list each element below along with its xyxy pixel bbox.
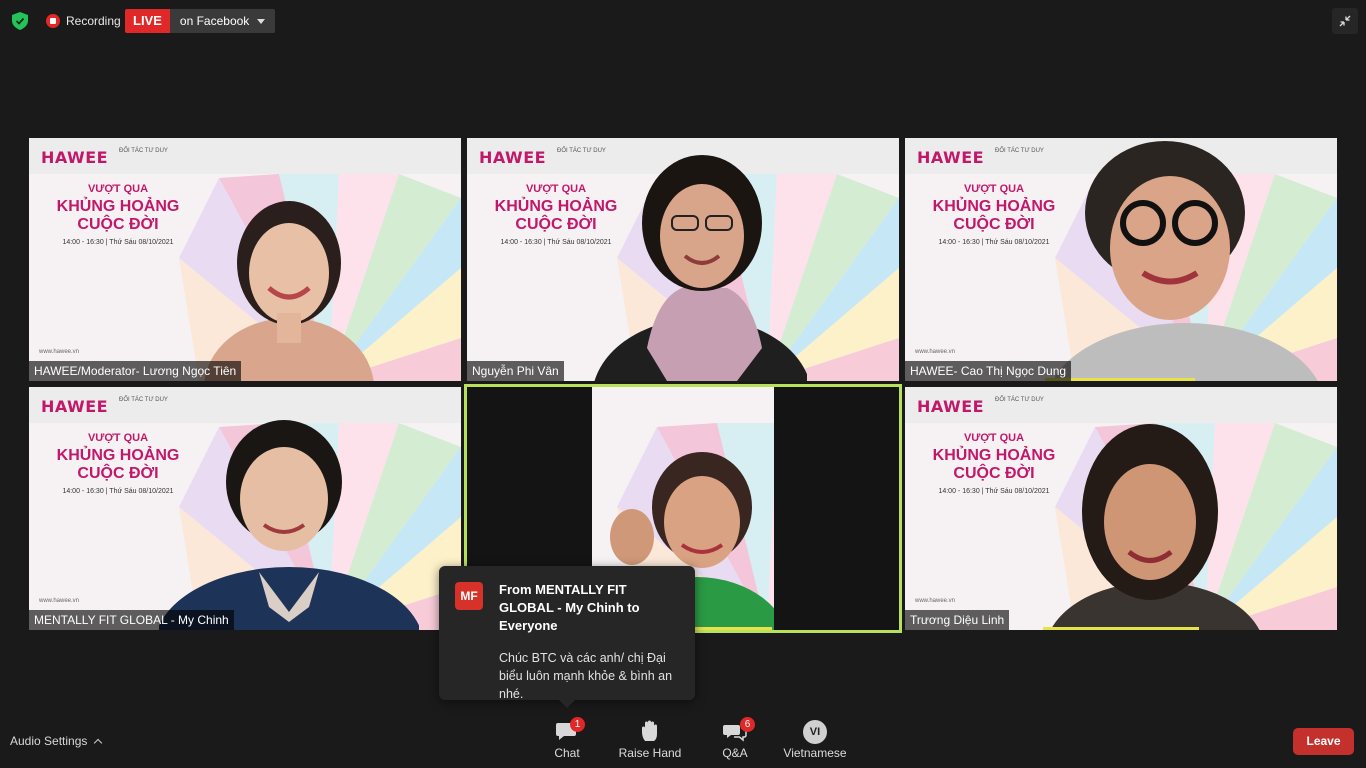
raise-hand-icon bbox=[637, 720, 663, 742]
participant-video bbox=[1055, 141, 1318, 381]
audio-settings-button[interactable]: Audio Settings bbox=[10, 734, 103, 748]
chat-button[interactable]: 1 Chat bbox=[545, 717, 589, 764]
event-schedule: 14:00 - 16:30 | Thứ Sáu 08/10/2021 bbox=[62, 239, 174, 246]
hawee-logo: HAWEE bbox=[41, 148, 109, 167]
event-title-line1: VƯỢT QUA bbox=[87, 183, 149, 195]
live-destination-label: on Facebook bbox=[179, 14, 250, 28]
hawee-logo: HAWEE bbox=[917, 148, 985, 167]
event-schedule: 14:00 - 16:30 | Thứ Sáu 08/10/2021 bbox=[938, 239, 1050, 246]
raise-hand-label: Raise Hand bbox=[618, 746, 682, 760]
raise-hand-button[interactable]: Raise Hand bbox=[615, 720, 685, 764]
participant-video bbox=[159, 420, 419, 630]
recording-icon bbox=[46, 14, 60, 28]
security-shield-icon[interactable] bbox=[12, 12, 28, 30]
event-title-line3: CUỘC ĐỜI bbox=[77, 216, 159, 233]
chat-unread-badge: 1 bbox=[570, 717, 585, 732]
event-title-line2: KHỦNG HOẢNG bbox=[932, 198, 1056, 215]
qa-unread-badge: 6 bbox=[740, 717, 755, 732]
event-title-line2: KHỦNG HOẢNG bbox=[56, 198, 180, 215]
recording-label: Recording bbox=[66, 14, 121, 28]
language-icon: VI bbox=[802, 720, 828, 744]
participant-name: Nguyễn Phi Vân bbox=[467, 361, 564, 381]
leave-button[interactable]: Leave bbox=[1293, 728, 1354, 755]
meeting-top-bar: Recording LIVE on Facebook bbox=[8, 8, 1358, 34]
sponsor-label: ĐỐI TÁC TƯ DUY bbox=[119, 397, 168, 403]
hawee-logo: HAWEE bbox=[479, 148, 547, 167]
sponsor-label: ĐỐI TÁC TƯ DUY bbox=[995, 397, 1044, 403]
video-tile-4[interactable]: HAWEE ĐỐI TÁC TƯ DUY VƯỢT QUA KHỦNG HOẢN… bbox=[29, 387, 461, 630]
video-tile-1[interactable]: HAWEE ĐỐI TÁC TƯ DUY VƯỢT QUA KHỦNG HOẢN… bbox=[29, 138, 461, 381]
chat-notification-popup[interactable]: MF From MENTALLY FIT GLOBAL - My Chinh t… bbox=[439, 566, 695, 708]
participant-name: HAWEE- Cao Thị Ngọc Dung bbox=[905, 361, 1072, 381]
sponsor-label: ĐỐI TÁC TƯ DUY bbox=[119, 148, 168, 154]
hawee-logo: HAWEE bbox=[41, 397, 109, 416]
participant-name: Trương Diệu Linh bbox=[905, 610, 1010, 630]
caret-down-icon bbox=[257, 18, 266, 24]
event-website: www.hawee.vn bbox=[915, 349, 956, 355]
letterbox-right bbox=[774, 387, 899, 630]
chat-label: Chat bbox=[554, 746, 580, 760]
event-website: www.hawee.vn bbox=[915, 598, 956, 604]
chat-icon: 1 bbox=[554, 717, 585, 742]
audio-settings-label: Audio Settings bbox=[10, 734, 88, 748]
language-label: Vietnamese bbox=[783, 746, 847, 760]
hawee-logo: HAWEE bbox=[917, 397, 985, 416]
event-title-line3: CUỘC ĐỜI bbox=[953, 216, 1035, 233]
sender-avatar: MF bbox=[455, 582, 483, 610]
qa-button[interactable]: 6 Q&A bbox=[713, 717, 757, 764]
language-initials: VI bbox=[803, 720, 827, 744]
qa-icon: 6 bbox=[722, 717, 755, 742]
participant-name: HAWEE/Moderator- Lương Ngọc Tiên bbox=[29, 361, 242, 381]
participant-video bbox=[204, 201, 374, 381]
chevron-up-icon bbox=[94, 738, 103, 747]
event-title: VƯỢT QUA KHỦNG HOẢNG CUỘC ĐỜI 14:00 - 16… bbox=[919, 180, 1069, 248]
event-title-line1: VƯỢT QUA bbox=[963, 183, 1025, 195]
video-tile-2[interactable]: HAWEE ĐỐI TÁC TƯ DUY VƯỢT QUA KHỦNG HOẢN… bbox=[467, 138, 899, 381]
active-speaker-indicator bbox=[1043, 627, 1199, 630]
chat-message: Chúc BTC và các anh/ chị Đại biểu luôn m… bbox=[499, 651, 673, 701]
qa-label: Q&A bbox=[722, 746, 748, 760]
live-badge: LIVE bbox=[125, 9, 170, 33]
video-tile-6[interactable]: HAWEE ĐỐI TÁC TƯ DUY VƯỢT QUA KHỦNG HOẢN… bbox=[905, 387, 1337, 630]
chat-sender: From MENTALLY FIT GLOBAL - My Chinh to E… bbox=[499, 582, 640, 633]
video-tile-3[interactable]: HAWEE ĐỐI TÁC TƯ DUY VƯỢT QUA KHỦNG HOẢN… bbox=[905, 138, 1337, 381]
sponsor-label: ĐỐI TÁC TƯ DUY bbox=[995, 148, 1044, 154]
exit-fullscreen-button[interactable] bbox=[1332, 8, 1358, 34]
participant-video bbox=[1050, 424, 1260, 630]
event-website: www.hawee.vn bbox=[39, 598, 80, 604]
participant-video bbox=[594, 155, 807, 381]
event-title: VƯỢT QUA KHỦNG HOẢNG CUỘC ĐỜI 14:00 - 16… bbox=[43, 180, 193, 248]
participant-name: MENTALLY FIT GLOBAL - My Chinh bbox=[29, 610, 234, 630]
live-stream-status[interactable]: LIVE on Facebook bbox=[125, 9, 276, 33]
recording-indicator[interactable]: Recording bbox=[46, 12, 121, 30]
exit-fullscreen-icon bbox=[1339, 15, 1351, 27]
event-website: www.hawee.vn bbox=[39, 349, 80, 355]
language-interpretation-button[interactable]: VI Vietnamese bbox=[780, 720, 850, 764]
live-destination-dropdown[interactable]: on Facebook bbox=[169, 9, 276, 33]
